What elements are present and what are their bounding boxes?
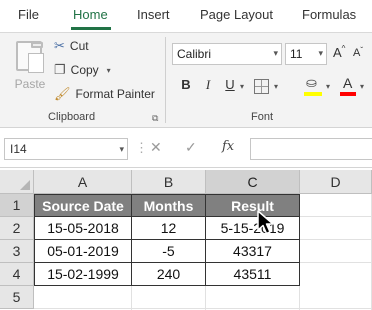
enter-icon[interactable]: ✓ <box>185 139 197 156</box>
column-header-d[interactable]: D <box>300 170 372 194</box>
row-header-2[interactable]: 2 <box>0 217 34 240</box>
copy-button[interactable]: ❐ Copy ▾ <box>54 62 111 78</box>
gridline <box>299 286 300 310</box>
decrease-font-size-button[interactable]: Aˇ <box>353 46 363 60</box>
font-color-button[interactable]: A <box>340 75 356 97</box>
gridline <box>300 216 372 217</box>
insert-function-button[interactable]: fx <box>222 139 234 154</box>
chevron-down-icon: ▾ <box>318 48 323 58</box>
font-name-dropdown[interactable]: Calibri ▾ <box>172 43 282 65</box>
row-header-4[interactable]: 4 <box>0 263 34 286</box>
font-color-icon: A <box>343 75 353 91</box>
column-header-b[interactable]: B <box>132 170 206 194</box>
increase-font-icon: A <box>333 45 342 60</box>
underline-button[interactable]: U <box>222 77 238 95</box>
column-header-a[interactable]: A <box>34 170 132 194</box>
borders-icon[interactable] <box>254 79 269 94</box>
font-group-label: Font <box>251 111 274 123</box>
font-name-value: Calibri <box>177 47 212 61</box>
font-size-value: 11 <box>290 47 303 61</box>
paste-label: Paste <box>14 77 46 91</box>
clipboard-group-label: Clipboard <box>48 111 96 123</box>
fill-color-bar <box>304 92 322 96</box>
paintbrush-icon: 🖌 <box>54 86 71 101</box>
column-header-c[interactable]: C <box>206 170 300 194</box>
increase-font-size-button[interactable]: A ^ <box>333 44 345 60</box>
paint-bucket-icon: ⛀ <box>306 75 317 90</box>
paste-sheet-icon <box>28 53 44 73</box>
tab-page-layout[interactable]: Page Layout <box>200 7 273 22</box>
select-all-button[interactable] <box>0 170 34 194</box>
formula-bar-grip-icon: ⋮ <box>135 140 148 155</box>
formula-bar-area: I14 ▾ ⋮ ✕ ✓ fx <box>0 128 372 168</box>
formula-input[interactable] <box>250 138 372 160</box>
bold-button[interactable]: B <box>178 77 194 95</box>
worksheet-grid: A B C D 1 2 3 4 5 Source Date Months Res… <box>0 168 372 310</box>
active-tab-indicator <box>71 27 111 30</box>
cancel-icon[interactable]: ✕ <box>150 139 162 156</box>
cut-button[interactable]: ✂ Cut <box>54 38 89 54</box>
name-box[interactable]: I14 ▾ <box>4 138 128 160</box>
gridline <box>300 262 372 263</box>
copy-label: Copy <box>70 63 99 77</box>
fill-color-button[interactable]: ⛀ <box>304 75 322 97</box>
fill-color-dropdown-icon[interactable]: ▾ <box>326 82 330 91</box>
table-cell[interactable]: -5 <box>132 240 206 263</box>
table-cell[interactable]: 43317 <box>206 240 300 263</box>
name-box-value: I14 <box>10 142 27 156</box>
format-painter-label: Format Painter <box>75 87 155 101</box>
row-header-5[interactable]: 5 <box>0 286 34 309</box>
table-cell[interactable]: 43511 <box>206 263 300 286</box>
font-color-bar <box>340 92 356 96</box>
tab-file[interactable]: File <box>18 7 39 22</box>
copy-icon: ❐ <box>54 62 66 77</box>
table-cell[interactable]: 12 <box>132 217 206 240</box>
chevron-down-icon: ▾ <box>119 144 124 154</box>
font-color-dropdown-icon[interactable]: ▾ <box>360 82 364 91</box>
mouse-pointer-icon <box>257 210 274 235</box>
row-header-3[interactable]: 3 <box>0 240 34 263</box>
scissors-icon: ✂ <box>54 38 65 53</box>
italic-button[interactable]: I <box>200 77 216 95</box>
chevron-down-icon: ▾ <box>273 48 278 58</box>
gridline <box>34 308 372 309</box>
ribbon: Paste ✂ Cut ❐ Copy ▾ 🖌 Format Painter Cl… <box>0 32 372 128</box>
table-header-cell[interactable]: Source Date <box>35 195 132 217</box>
borders-dropdown-icon[interactable]: ▾ <box>274 82 278 91</box>
paste-button[interactable]: Paste <box>10 39 50 101</box>
row-header-1[interactable]: 1 <box>0 194 34 217</box>
font-size-dropdown[interactable]: 11 ▾ <box>285 43 327 65</box>
gridline <box>300 239 372 240</box>
copy-dropdown-icon[interactable]: ▾ <box>107 66 111 75</box>
table-cell[interactable]: 15-05-2018 <box>35 217 132 240</box>
decrease-font-icon: A <box>353 47 361 59</box>
cut-label: Cut <box>69 39 89 53</box>
table-cell[interactable]: 15-02-1999 <box>35 263 132 286</box>
format-painter-button[interactable]: 🖌 Format Painter <box>54 86 155 102</box>
gridline <box>131 286 132 310</box>
gridline <box>205 286 206 310</box>
table-cell[interactable]: 240 <box>132 263 206 286</box>
clipboard-launcher-icon[interactable]: ⧉ <box>152 113 158 124</box>
underline-dropdown-icon[interactable]: ▾ <box>240 82 244 91</box>
group-divider <box>165 37 166 123</box>
table-cell[interactable]: 05-01-2019 <box>35 240 132 263</box>
table-cell[interactable]: 5-15-2019 <box>206 217 300 240</box>
ribbon-tabs: File Home Insert Page Layout Formulas <box>0 0 372 32</box>
tab-home[interactable]: Home <box>73 7 108 22</box>
table-header-cell[interactable]: Months <box>132 195 206 217</box>
table-header-cell[interactable]: Result <box>206 195 300 217</box>
tab-insert[interactable]: Insert <box>137 7 170 22</box>
tab-formulas[interactable]: Formulas <box>302 7 356 22</box>
